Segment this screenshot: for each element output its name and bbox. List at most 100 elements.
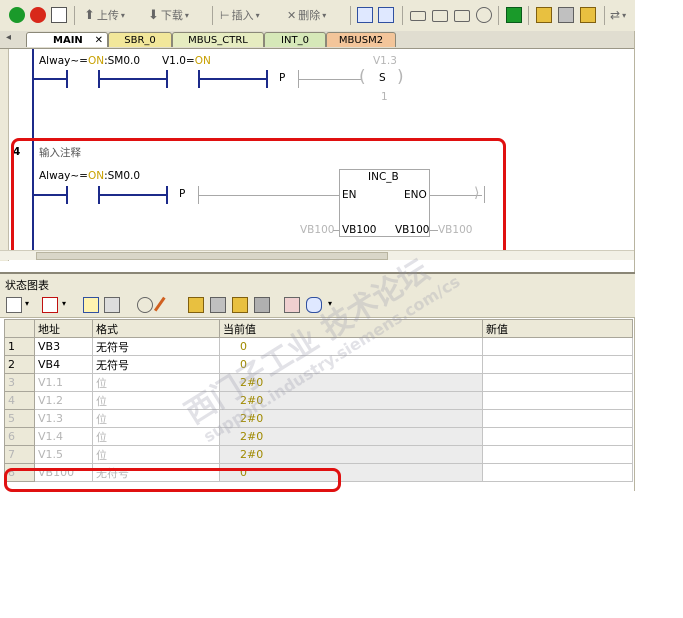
chevron-down-icon[interactable]: ▾ <box>62 299 66 308</box>
new-value-cell[interactable] <box>482 409 633 428</box>
address-column-header: 地址 <box>34 319 93 338</box>
address-cell[interactable]: VB3 <box>34 337 93 356</box>
export-icon[interactable] <box>506 7 522 23</box>
row-number-header <box>4 319 35 338</box>
row-number: 7 <box>4 445 35 464</box>
tab-mbusm2[interactable]: MBUSM2 <box>326 32 396 47</box>
lock-icon[interactable] <box>536 7 552 23</box>
insert-button[interactable]: ⊢ 插入 ▾ <box>220 6 260 24</box>
lock-add-icon[interactable] <box>580 7 596 23</box>
table-row[interactable]: 7 V1.5 位 2#0 <box>4 445 633 464</box>
rung3-contact1[interactable] <box>66 70 68 88</box>
single-read-icon[interactable] <box>104 297 120 313</box>
close-icon[interactable]: ✕ <box>95 35 103 46</box>
download-button[interactable]: ⬇ 下载 ▾ <box>148 6 189 24</box>
upload-icon: ⬆ <box>84 7 95 23</box>
chevron-down-icon: ▾ <box>622 10 627 20</box>
tab-int0[interactable]: INT_0 <box>264 32 326 47</box>
new-value-cell[interactable] <box>482 427 633 446</box>
row-number: 6 <box>4 427 35 446</box>
rung3-contact2-label: V1.0=ON <box>162 55 211 67</box>
address-cell[interactable]: V1.4 <box>34 427 93 446</box>
chart-status-icon[interactable] <box>378 7 394 23</box>
chevron-down-icon: ▾ <box>184 10 189 20</box>
format-column-header: 格式 <box>92 319 220 338</box>
tab-scroll-left-icon[interactable]: ◂ <box>6 32 11 43</box>
rung3-coil-left-paren: ( <box>359 67 366 87</box>
run-icon[interactable] <box>9 7 25 23</box>
status-chart-header: 状态图表 <box>0 272 635 294</box>
ladder-horizontal-scrollbar[interactable] <box>0 250 635 260</box>
glasses-icon[interactable] <box>137 297 153 313</box>
trend-view-icon[interactable] <box>284 297 300 313</box>
new-value-cell[interactable] <box>482 337 633 356</box>
ladder-editor[interactable]: Alway~=ON:SM0.0 V1.0=ON V1.3 P ( S ) 1 4… <box>0 49 635 261</box>
scroll-thumb[interactable] <box>36 252 388 260</box>
address-cell[interactable]: V1.2 <box>34 391 93 410</box>
address-cell[interactable]: V1.3 <box>34 409 93 428</box>
branch-icon: ⇄ <box>610 8 621 22</box>
timer-icon[interactable] <box>476 7 492 23</box>
row-number: 5 <box>4 409 35 428</box>
network-insert-icon[interactable] <box>410 11 426 21</box>
program-status-icon[interactable] <box>357 7 373 23</box>
compile-icon[interactable] <box>51 7 67 23</box>
tab-main[interactable]: MAIN ✕ <box>26 32 108 47</box>
main-toolbar: ⬆ 上传 ▾ ⬇ 下载 ▾ ⊢ 插入 ▾ ✕ 删除 ▾ ⇄ ▾ <box>0 0 635 32</box>
row-number: 1 <box>4 337 35 356</box>
insert-icon: ⊢ <box>220 8 230 22</box>
format-cell[interactable]: 无符号 <box>92 337 220 356</box>
rung3-contact2[interactable] <box>166 70 168 88</box>
table-row[interactable]: 5 V1.3 位 2#0 <box>4 409 633 428</box>
upload-button[interactable]: ⬆ 上传 ▾ <box>84 6 125 24</box>
chevron-down-icon: ▾ <box>322 10 327 20</box>
table-row[interactable]: 6 V1.4 位 2#0 <box>4 427 633 446</box>
new-value-cell[interactable] <box>482 391 633 410</box>
unforce-icon[interactable] <box>210 297 226 313</box>
delete-row-icon[interactable] <box>42 297 58 313</box>
row-number: 3 <box>4 373 35 392</box>
address-cell[interactable]: V1.1 <box>34 373 93 392</box>
status-chart-title: 状态图表 <box>5 279 49 292</box>
more-button[interactable]: ⇄ ▾ <box>610 6 626 24</box>
format-cell[interactable]: 位 <box>92 445 220 464</box>
address-cell[interactable]: VB4 <box>34 355 93 374</box>
unforce-all-icon[interactable] <box>232 297 248 313</box>
new-value-cell[interactable] <box>482 445 633 464</box>
current-value-cell: 2#0 <box>219 445 483 464</box>
rung3-p-label: P <box>279 72 286 84</box>
chevron-down-icon[interactable]: ▾ <box>25 299 29 308</box>
new-value-cell[interactable] <box>482 373 633 392</box>
new-value-cell[interactable] <box>482 463 633 482</box>
read-forced-icon[interactable] <box>254 297 270 313</box>
chart-status-icon[interactable] <box>83 297 99 313</box>
delete-icon: ✕ <box>287 8 297 22</box>
editor-tab-bar: ◂ MAIN ✕ SBR_0 MBUS_CTRL INT_0 MBUSM2 <box>0 31 635 49</box>
stop-icon[interactable] <box>30 7 46 23</box>
new-value-column-header: 新值 <box>482 319 633 338</box>
rung3-coil-right-paren: ) <box>397 67 404 87</box>
rung3-coil-type[interactable]: S <box>379 72 386 84</box>
lock-group-icon[interactable] <box>558 7 574 23</box>
row-number: 2 <box>4 355 35 374</box>
format-cell[interactable]: 无符号 <box>92 355 220 374</box>
row-number: 4 <box>4 391 35 410</box>
undo-icon[interactable] <box>432 10 448 22</box>
rung3-coil-address: V1.3 <box>373 55 397 67</box>
tab-sbr0[interactable]: SBR_0 <box>108 32 172 47</box>
table-row[interactable]: 4 V1.2 位 2#0 <box>4 391 633 410</box>
chevron-down-icon: ▾ <box>255 10 260 20</box>
rung3-p-contact[interactable] <box>266 70 268 88</box>
force-icon[interactable] <box>188 297 204 313</box>
network-gutter <box>0 49 9 261</box>
insert-row-icon[interactable] <box>6 297 22 313</box>
pencil-icon[interactable] <box>153 296 169 314</box>
rung3-contact1-label: Alway~=ON:SM0.0 <box>39 55 141 67</box>
redo-icon[interactable] <box>454 10 470 22</box>
address-cell[interactable]: V1.5 <box>34 445 93 464</box>
new-value-cell[interactable] <box>482 355 633 374</box>
highlight-network-4 <box>11 138 506 259</box>
highlight-row-vb100 <box>4 468 341 492</box>
tab-mbus-ctrl[interactable]: MBUS_CTRL <box>172 32 264 47</box>
delete-button[interactable]: ✕ 删除 ▾ <box>287 6 326 24</box>
